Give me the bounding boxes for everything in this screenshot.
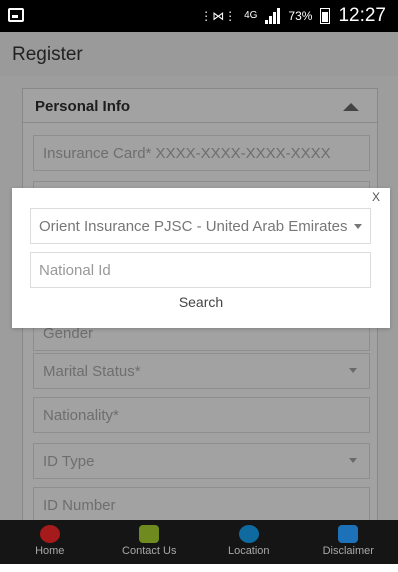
nav-label: Contact Us: [122, 545, 177, 557]
screenshot-icon: [8, 8, 24, 22]
battery-percent: 73%: [288, 9, 313, 23]
field-label: Insurance Card* XXXX-XXXX-XXXX-XXXX: [43, 145, 331, 162]
chevron-down-icon: [349, 368, 357, 373]
search-modal: X Orient Insurance PJSC - United Arab Em…: [12, 188, 390, 328]
nav-label: Home: [35, 545, 65, 557]
insurer-selected-value: Orient Insurance PJSC - United Arab Emir…: [39, 218, 348, 235]
field-label: Marital Status*: [43, 363, 141, 380]
insurer-select[interactable]: Orient Insurance PJSC - United Arab Emir…: [30, 208, 371, 244]
marital-status-select[interactable]: Marital Status*: [33, 353, 370, 389]
nav-label: Disclaimer: [322, 545, 374, 557]
contact-icon: [139, 525, 160, 543]
app-header: Register: [0, 32, 398, 76]
search-button[interactable]: Search: [12, 294, 390, 320]
battery-icon: [320, 8, 331, 24]
nav-disclaimer[interactable]: Disclaimer: [303, 520, 393, 557]
panel-title: Personal Info: [35, 98, 131, 115]
close-icon[interactable]: X: [372, 190, 380, 204]
chevron-down-icon: [349, 458, 357, 463]
id-number-field[interactable]: ID Number: [33, 487, 370, 523]
field-label: Nationality*: [43, 407, 119, 424]
national-id-placeholder: National Id: [39, 262, 111, 279]
nav-label: Location: [227, 545, 270, 557]
nav-contact-us[interactable]: Contact Us: [104, 520, 194, 557]
page-title: Register: [12, 44, 83, 65]
network-type: 4G: [244, 10, 258, 21]
home-icon: [39, 525, 60, 543]
insurance-card-field[interactable]: Insurance Card* XXXX-XXXX-XXXX-XXXX: [33, 135, 370, 171]
chevron-down-icon: [354, 224, 362, 229]
field-label: ID Type: [43, 453, 95, 470]
status-bar: ⋮⋈⋮ 4G 73% 12:27: [0, 0, 398, 32]
bottom-navigation: Home Contact Us Location Disclaimer: [0, 520, 398, 564]
status-indicators: ⋮⋈⋮ 4G 73% 12:27: [200, 0, 386, 32]
nationality-field[interactable]: Nationality*: [33, 397, 370, 433]
field-label: ID Number: [43, 497, 116, 514]
vibrate-icon: ⋮⋈⋮: [200, 9, 237, 23]
bottom-strip: [0, 564, 398, 572]
personal-info-header[interactable]: Personal Info: [23, 89, 377, 123]
disclaimer-icon: [338, 525, 359, 543]
national-id-input[interactable]: National Id: [30, 252, 371, 288]
nav-home[interactable]: Home: [5, 520, 95, 557]
nav-location[interactable]: Location: [204, 520, 294, 557]
location-icon: [238, 525, 259, 543]
chevron-up-icon[interactable]: [343, 103, 359, 111]
signal-icon: [265, 8, 281, 24]
id-type-select[interactable]: ID Type: [33, 443, 370, 479]
clock: 12:27: [338, 5, 386, 26]
